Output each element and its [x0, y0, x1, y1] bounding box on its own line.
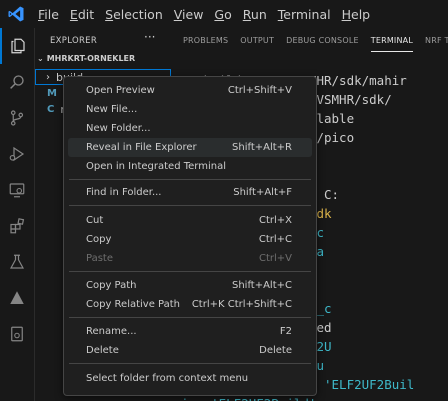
- tab-nrf-terminal[interactable]: NRF T: [425, 36, 448, 45]
- workspace-folder-name: MHRKRT-ORNEKLER: [46, 54, 136, 63]
- extensions-icon[interactable]: [0, 208, 34, 244]
- menu-edit[interactable]: Edit: [68, 7, 101, 22]
- menu-edit-label: dit: [77, 6, 95, 22]
- menu-separator: [69, 205, 311, 206]
- menu-go-mnemonic: G: [214, 6, 225, 22]
- menu-item-label: Delete: [86, 345, 119, 356]
- title-bar: File Edit Selection View Go Run Terminal…: [0, 0, 448, 28]
- menu-item-label: Select folder from context menu: [86, 373, 249, 384]
- menu-run[interactable]: Run: [241, 7, 274, 22]
- menu-selection-mnemonic: S: [105, 6, 114, 22]
- menu-item-copy[interactable]: Copy Ctrl+C: [68, 230, 312, 249]
- menu-view-label: iew: [182, 6, 204, 22]
- raspberry-pi-pico-icon[interactable]: [0, 280, 34, 316]
- workspace-folder-header[interactable]: ⌄ MHRKRT-ORNEKLER: [37, 54, 135, 63]
- menu-edit-mnemonic: E: [69, 6, 78, 22]
- menu-item-open-preview[interactable]: Open Preview Ctrl+Shift+V: [68, 81, 312, 100]
- source-control-icon[interactable]: [0, 100, 34, 136]
- tab-debug-console[interactable]: DEBUG CONSOLE: [286, 36, 359, 45]
- menu-item-label: Paste: [86, 253, 113, 264]
- menu-bar: File Edit Selection View Go Run Terminal…: [36, 0, 379, 28]
- chevron-down-icon: ⌄: [37, 54, 44, 63]
- menu-run-mnemonic: R: [242, 6, 251, 22]
- menu-file[interactable]: File: [36, 7, 66, 22]
- menu-item-find-in-folder[interactable]: Find in Folder... Shift+Alt+F: [68, 183, 312, 202]
- menu-item-label: Find in Folder...: [86, 187, 162, 198]
- menu-help[interactable]: Help: [340, 7, 378, 22]
- cmake-file-icon: M: [47, 88, 57, 99]
- tab-terminal[interactable]: TERMINAL: [370, 36, 414, 52]
- run-debug-icon[interactable]: [0, 136, 34, 172]
- explorer-title: EXPLORER: [50, 36, 98, 46]
- c-file-icon: C: [47, 104, 55, 115]
- tab-problems[interactable]: PROBLEMS: [183, 36, 228, 45]
- menu-item-shortcut: Ctrl+C: [258, 234, 292, 245]
- menu-item-shortcut: F2: [279, 326, 292, 337]
- explorer-icon[interactable]: [0, 28, 34, 64]
- menu-item-label: Rename...: [86, 326, 137, 337]
- menu-item-new-file[interactable]: New File...: [68, 100, 312, 119]
- chevron-right-icon: ›: [46, 71, 50, 83]
- menu-go-label: o: [224, 6, 232, 22]
- menu-selection[interactable]: Selection: [103, 7, 170, 22]
- menu-separator: [69, 317, 311, 318]
- menu-item-shortcut: Ctrl+K Ctrl+Shift+C: [191, 299, 292, 310]
- menu-item-label: Copy Relative Path: [86, 299, 181, 310]
- menu-run-label: un: [250, 6, 267, 22]
- menu-item-shortcut: Shift+Alt+F: [233, 187, 292, 198]
- menu-separator: [69, 271, 311, 272]
- menu-terminal-label: erminal: [283, 6, 331, 22]
- menu-terminal[interactable]: Terminal: [276, 7, 338, 22]
- menu-item-select-folder-from-context-menu[interactable]: Select folder from context menu: [68, 369, 312, 388]
- activity-bar: [0, 28, 35, 401]
- menu-help-label: elp: [351, 6, 371, 22]
- menu-separator: [69, 179, 311, 180]
- menu-item-shortcut: Shift+Alt+C: [231, 280, 292, 291]
- menu-item-shortcut: Delete: [259, 345, 292, 356]
- remote-explorer-icon[interactable]: [0, 172, 34, 208]
- menu-separator: [69, 363, 311, 364]
- menu-selection-label: election: [113, 6, 163, 22]
- menu-item-open-in-integrated-terminal[interactable]: Open in Integrated Terminal: [68, 157, 312, 176]
- menu-file-label: ile: [44, 6, 59, 22]
- menu-item-shortcut: Ctrl+V: [258, 253, 292, 264]
- more-actions-button[interactable]: ···: [144, 30, 155, 44]
- menu-item-cut[interactable]: Cut Ctrl+X: [68, 211, 312, 230]
- menu-item-paste: Paste Ctrl+V: [68, 249, 312, 268]
- testing-icon[interactable]: [0, 244, 34, 280]
- menu-help-mnemonic: H: [341, 6, 351, 22]
- menu-item-label: Reveal in File Explorer: [86, 142, 197, 153]
- menu-item-label: Copy Path: [86, 280, 137, 291]
- terminal-line: ing 'ELF2UF2Build': [181, 396, 316, 401]
- context-menu: Open Preview Ctrl+Shift+V New File... New…: [63, 76, 317, 396]
- tab-output[interactable]: OUTPUT: [240, 36, 274, 45]
- menu-item-shortcut: Ctrl+Shift+V: [227, 85, 292, 96]
- vscode-logo-icon[interactable]: [7, 5, 25, 23]
- menu-view-mnemonic: V: [173, 6, 183, 22]
- menu-item-delete[interactable]: Delete Delete: [68, 341, 312, 360]
- search-icon[interactable]: [0, 64, 34, 100]
- menu-item-shortcut: Shift+Alt+R: [232, 142, 292, 153]
- menu-item-label: Cut: [86, 215, 104, 226]
- menu-item-copy-path[interactable]: Copy Path Shift+Alt+C: [68, 276, 312, 295]
- menu-item-label: Copy: [86, 234, 112, 245]
- more-icon[interactable]: [0, 316, 34, 352]
- menu-item-copy-relative-path[interactable]: Copy Relative Path Ctrl+K Ctrl+Shift+C: [68, 295, 312, 314]
- menu-item-rename[interactable]: Rename... F2: [68, 322, 312, 341]
- menu-item-new-folder[interactable]: New Folder...: [68, 119, 312, 138]
- menu-item-label: Open Preview: [86, 85, 155, 96]
- menu-item-label: New Folder...: [86, 123, 151, 134]
- menu-view[interactable]: View: [172, 7, 211, 22]
- menu-go[interactable]: Go: [212, 7, 238, 22]
- panel-tabs: PROBLEMS OUTPUT DEBUG CONSOLE TERMINAL N…: [171, 28, 448, 53]
- menu-item-reveal-in-file-explorer[interactable]: Reveal in File Explorer Shift+Alt+R: [68, 138, 312, 157]
- menu-item-label: New File...: [86, 104, 138, 115]
- menu-item-label: Open in Integrated Terminal: [86, 161, 226, 172]
- menu-item-shortcut: Ctrl+X: [258, 215, 292, 226]
